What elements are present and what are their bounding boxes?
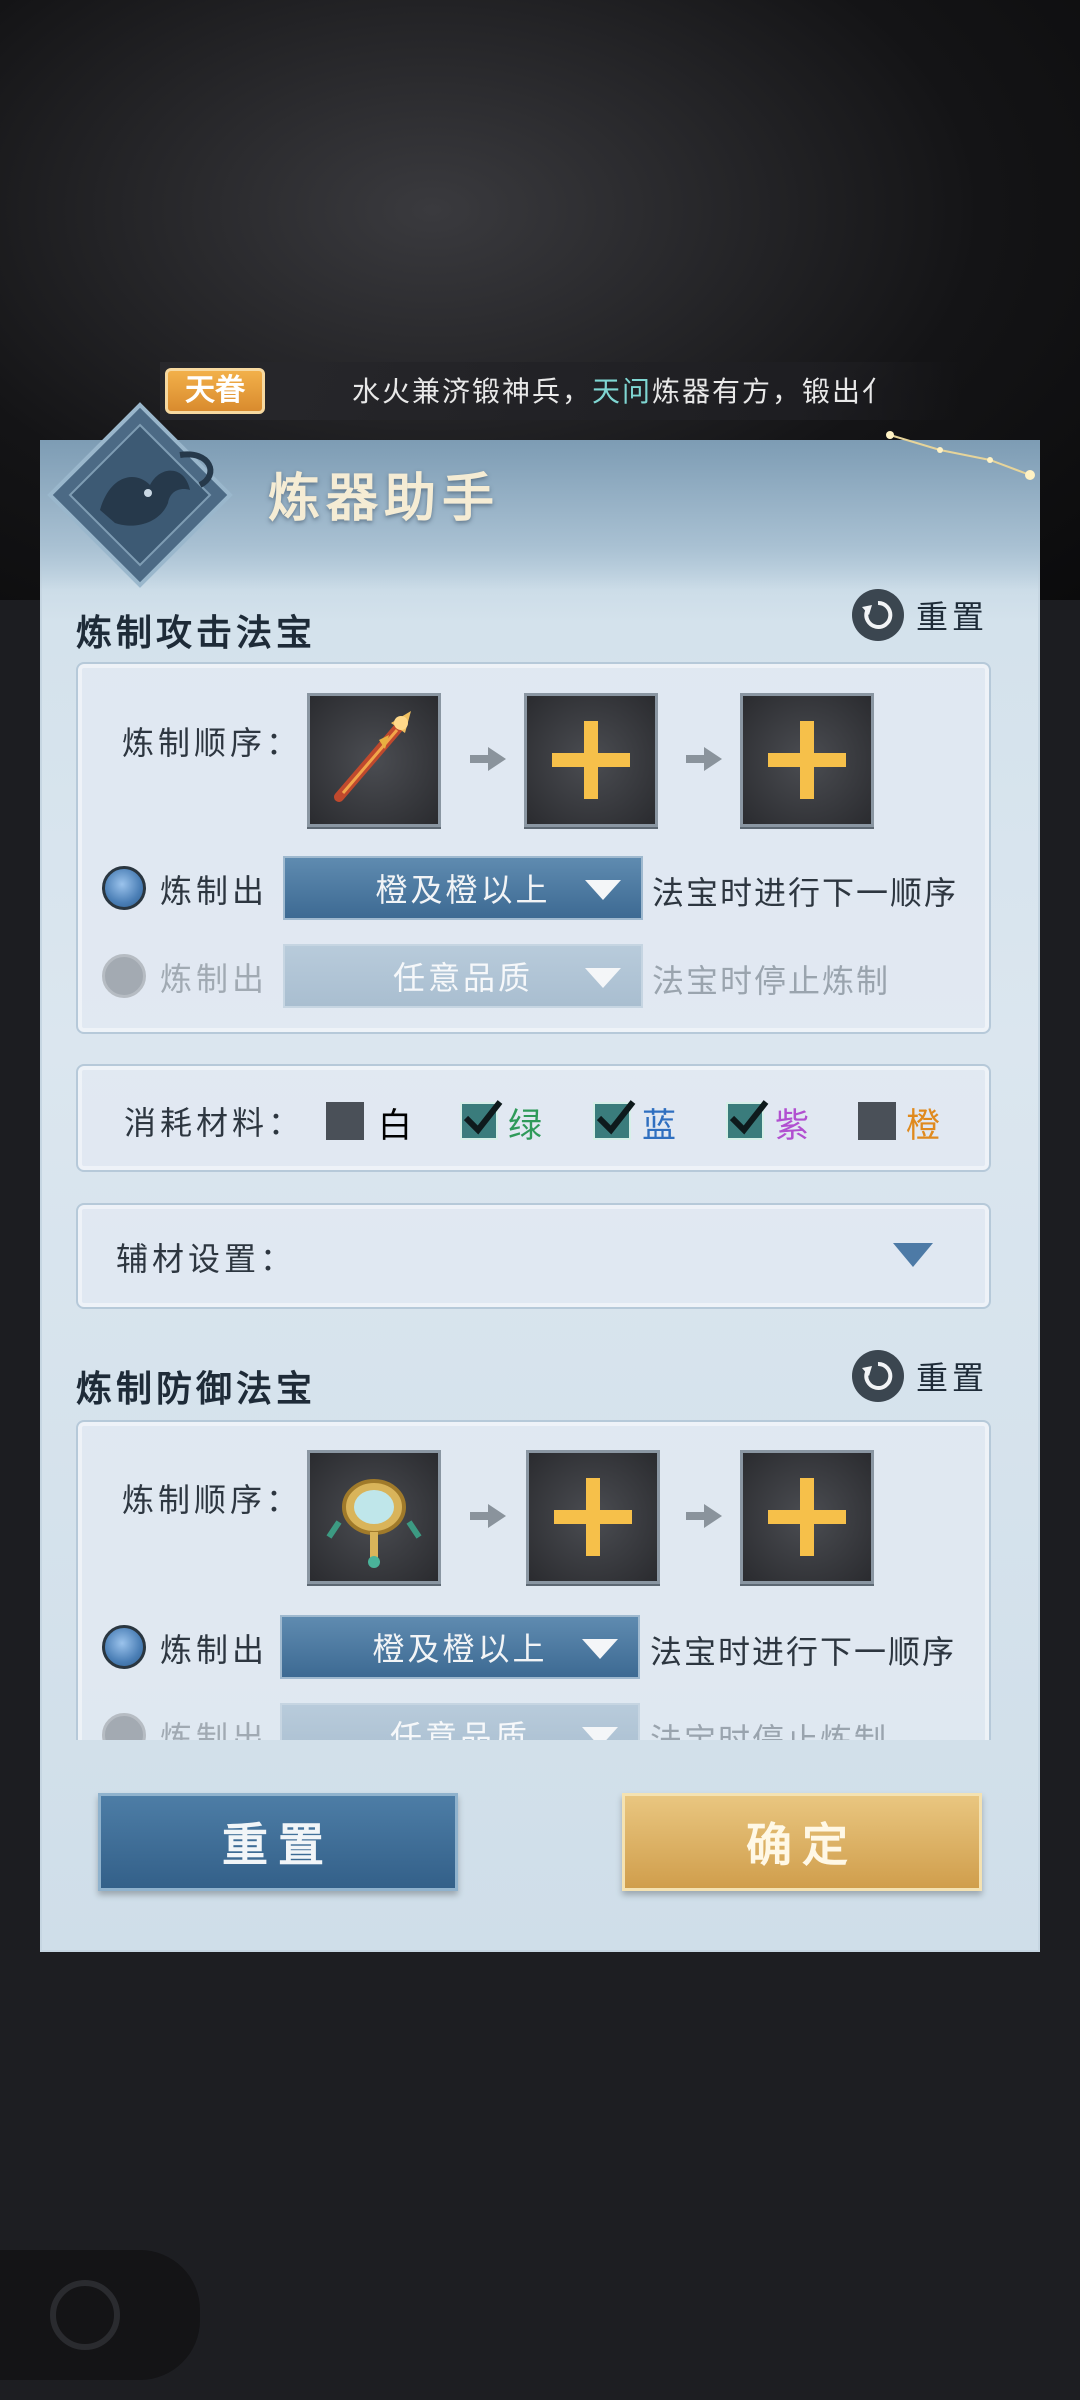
chevron-down-icon	[582, 1639, 618, 1659]
material-blue-label: 蓝	[642, 1106, 676, 1146]
defense-reset-label: 重置	[916, 1359, 989, 1397]
defense-row2-suffix: 法宝时停止炼制	[650, 1721, 889, 1740]
attack-section-title: 炼制攻击法宝	[76, 612, 317, 654]
defense-continue-quality-dropdown[interactable]: 橙及橙以上	[280, 1615, 640, 1679]
sword-icon	[334, 711, 411, 802]
fox-emblem-icon	[47, 402, 233, 588]
marquee-text-after: 炼器有方，锻出亻	[652, 375, 893, 408]
reset-button[interactable]: 重置	[98, 1793, 458, 1891]
checkmark-icon	[463, 1100, 503, 1135]
attack-reset-button[interactable]: 重置	[852, 587, 988, 643]
floating-ball[interactable]	[0, 2250, 200, 2380]
attack-row1-prefix: 炼制出	[160, 872, 269, 910]
refresh-icon	[852, 589, 904, 641]
defense-slot-3[interactable]	[740, 1450, 874, 1584]
aux-settings-label: 辅材设置：	[116, 1240, 297, 1278]
attack-row2-suffix: 法宝时停止炼制	[652, 962, 891, 1000]
attack-stop-radio[interactable]	[102, 954, 146, 998]
material-white-checkbox[interactable]	[326, 1102, 364, 1140]
material-white-label: 白	[378, 1106, 412, 1146]
arrow-right-icon	[470, 747, 506, 771]
attack-continue-quality-dropdown[interactable]: 橙及橙以上	[283, 856, 643, 920]
material-purple-label: 紫	[775, 1106, 809, 1146]
material-blue-checkbox[interactable]	[593, 1100, 636, 1140]
marquee-text: 水火兼济锻神兵，天问炼器有方，锻出亻	[352, 370, 914, 414]
chevron-down-icon	[585, 880, 621, 900]
material-green-label: 绿	[508, 1106, 542, 1146]
attack-row1-suffix: 法宝时进行下一顺序	[652, 874, 959, 912]
attack-row2-prefix: 炼制出	[160, 960, 269, 998]
defense-slot-2[interactable]	[526, 1450, 660, 1584]
attack-continue-radio[interactable]	[102, 866, 146, 910]
attack-slot-3[interactable]	[740, 693, 874, 827]
material-green-checkbox[interactable]	[460, 1100, 503, 1140]
confirm-button[interactable]: 确定	[622, 1793, 982, 1891]
attack-slot-1[interactable]	[307, 693, 441, 827]
defense-row1-prefix: 炼制出	[160, 1631, 269, 1669]
mirror-icon	[326, 1479, 422, 1568]
material-purple-checkbox[interactable]	[726, 1100, 769, 1140]
floating-ball-icon	[50, 2280, 120, 2350]
defense-stop-quality-value: 任意品质	[389, 1718, 530, 1740]
chevron-down-icon	[585, 968, 621, 988]
defense-continue-radio[interactable]	[102, 1625, 146, 1669]
checkmark-icon	[729, 1100, 769, 1135]
plus-icon	[554, 1478, 632, 1556]
marquee-text-highlight: 天问	[592, 375, 653, 408]
panel-title: 炼器助手	[268, 468, 501, 529]
plus-icon	[768, 1478, 846, 1556]
plus-icon	[552, 721, 630, 799]
plus-icon	[768, 721, 846, 799]
defense-slot-1[interactable]	[307, 1450, 441, 1584]
defense-row1-suffix: 法宝时进行下一顺序	[650, 1633, 957, 1671]
defense-continue-quality-value: 橙及橙以上	[372, 1630, 548, 1668]
attack-stop-quality-dropdown[interactable]: 任意品质	[283, 944, 643, 1008]
defense-stop-quality-dropdown[interactable]: 任意品质	[280, 1703, 640, 1740]
chevron-down-icon[interactable]	[893, 1243, 933, 1267]
defense-row2-prefix: 炼制出	[160, 1719, 269, 1740]
checkmark-icon	[596, 1100, 636, 1135]
attack-order-label: 炼制顺序：	[122, 724, 303, 762]
constellation-decoration	[886, 431, 1035, 480]
chevron-down-icon	[582, 1727, 618, 1740]
materials-label: 消耗材料：	[124, 1104, 305, 1142]
material-orange-label: 橙	[906, 1106, 940, 1146]
arrow-right-icon	[686, 1504, 722, 1528]
attack-slot-2[interactable]	[524, 693, 658, 827]
marquee-text-before: 水火兼济锻神兵，	[352, 375, 593, 408]
attack-reset-label: 重置	[916, 598, 989, 636]
defense-order-label: 炼制顺序：	[122, 1481, 303, 1519]
attack-stop-quality-value: 任意品质	[392, 959, 533, 997]
defense-scroll-area[interactable]: 炼制顺序： 炼制出 橙及橙以上 法宝时进行下一顺序 炼制出 任意品质 法宝时停止…	[40, 1395, 1040, 1740]
attack-continue-quality-value: 橙及橙以上	[375, 871, 551, 909]
material-orange-checkbox[interactable]	[858, 1102, 896, 1140]
arrow-right-icon	[686, 747, 722, 771]
arrow-right-icon	[470, 1504, 506, 1528]
